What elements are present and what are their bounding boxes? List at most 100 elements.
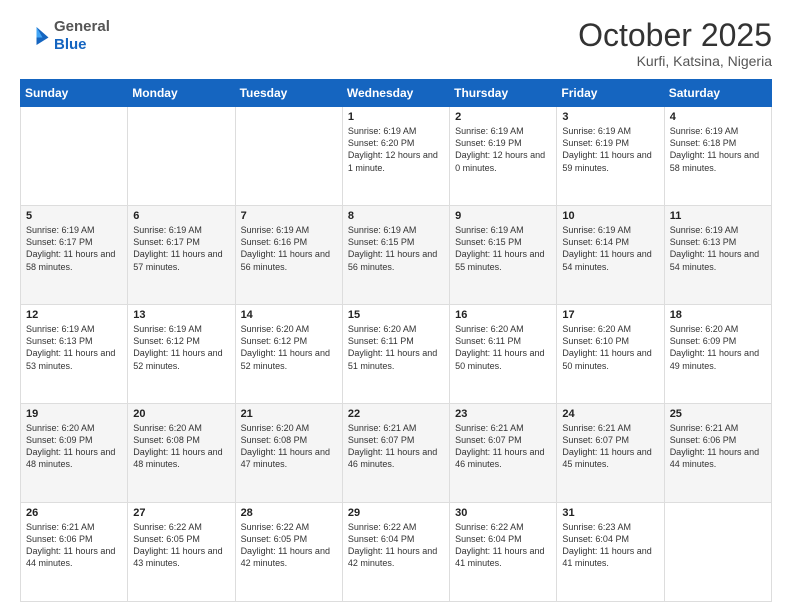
calendar-cell: 19 Sunrise: 6:20 AMSunset: 6:09 PMDayligh… xyxy=(21,404,128,503)
day-info: Sunrise: 6:19 AMSunset: 6:15 PMDaylight:… xyxy=(348,224,444,273)
day-info: Sunrise: 6:20 AMSunset: 6:11 PMDaylight:… xyxy=(348,323,444,372)
day-number: 28 xyxy=(241,507,337,519)
calendar-cell: 20 Sunrise: 6:20 AMSunset: 6:08 PMDayligh… xyxy=(128,404,235,503)
col-thursday: Thursday xyxy=(450,80,557,107)
day-info: Sunrise: 6:19 AMSunset: 6:19 PMDaylight:… xyxy=(562,125,658,174)
day-number: 6 xyxy=(133,210,229,222)
calendar-cell: 31 Sunrise: 6:23 AMSunset: 6:04 PMDayligh… xyxy=(557,503,664,602)
day-info: Sunrise: 6:22 AMSunset: 6:05 PMDaylight:… xyxy=(241,521,337,570)
day-number: 30 xyxy=(455,507,551,519)
day-info: Sunrise: 6:19 AMSunset: 6:15 PMDaylight:… xyxy=(455,224,551,273)
day-info: Sunrise: 6:20 AMSunset: 6:08 PMDaylight:… xyxy=(241,422,337,471)
day-number: 20 xyxy=(133,408,229,420)
day-info: Sunrise: 6:21 AMSunset: 6:07 PMDaylight:… xyxy=(455,422,551,471)
day-info: Sunrise: 6:21 AMSunset: 6:07 PMDaylight:… xyxy=(348,422,444,471)
calendar-cell: 16Sunrise: 6:20 AMSunset: 6:11 PMDayligh… xyxy=(450,305,557,404)
calendar-row-2: 12Sunrise: 6:19 AMSunset: 6:13 PMDayligh… xyxy=(21,305,772,404)
day-number: 14 xyxy=(241,309,337,321)
calendar-cell: 26 Sunrise: 6:21 AMSunset: 6:06 PMDayligh… xyxy=(21,503,128,602)
day-info: Sunrise: 6:21 AMSunset: 6:06 PMDaylight:… xyxy=(670,422,766,471)
day-number: 3 xyxy=(562,111,658,123)
day-number: 31 xyxy=(562,507,658,519)
day-number: 26 xyxy=(26,507,122,519)
day-info: Sunrise: 6:20 AMSunset: 6:09 PMDaylight:… xyxy=(670,323,766,372)
calendar-cell: 14 Sunrise: 6:20 AMSunset: 6:12 PMDayligh… xyxy=(235,305,342,404)
calendar-row-3: 19 Sunrise: 6:20 AMSunset: 6:09 PMDayligh… xyxy=(21,404,772,503)
calendar-cell: 12Sunrise: 6:19 AMSunset: 6:13 PMDayligh… xyxy=(21,305,128,404)
day-number: 16 xyxy=(455,309,551,321)
calendar-cell: 25 Sunrise: 6:21 AMSunset: 6:06 PMDayligh… xyxy=(664,404,771,503)
day-info: Sunrise: 6:19 AMSunset: 6:19 PMDaylight:… xyxy=(455,125,551,174)
calendar-cell xyxy=(664,503,771,602)
calendar-cell: 2 Sunrise: 6:19 AMSunset: 6:19 PMDaylight… xyxy=(450,107,557,206)
calendar-cell: 10 Sunrise: 6:19 AMSunset: 6:14 PMDayligh… xyxy=(557,206,664,305)
col-sunday: Sunday xyxy=(21,80,128,107)
col-tuesday: Tuesday xyxy=(235,80,342,107)
day-info: Sunrise: 6:21 AMSunset: 6:06 PMDaylight:… xyxy=(26,521,122,570)
day-number: 24 xyxy=(562,408,658,420)
day-info: Sunrise: 6:20 AMSunset: 6:09 PMDaylight:… xyxy=(26,422,122,471)
calendar-header-row: Sunday Monday Tuesday Wednesday Thursday… xyxy=(21,80,772,107)
day-number: 10 xyxy=(562,210,658,222)
calendar-cell xyxy=(21,107,128,206)
logo-blue: Blue xyxy=(54,36,87,53)
calendar-cell xyxy=(128,107,235,206)
col-wednesday: Wednesday xyxy=(342,80,449,107)
day-number: 2 xyxy=(455,111,551,123)
page: General Blue October 2025 Kurfi, Katsina… xyxy=(0,0,792,612)
calendar-cell: 4 Sunrise: 6:19 AMSunset: 6:18 PMDaylight… xyxy=(664,107,771,206)
day-number: 4 xyxy=(670,111,766,123)
day-number: 21 xyxy=(241,408,337,420)
title-block: October 2025 Kurfi, Katsina, Nigeria xyxy=(578,18,772,69)
calendar-cell: 18Sunrise: 6:20 AMSunset: 6:09 PMDayligh… xyxy=(664,305,771,404)
day-number: 22 xyxy=(348,408,444,420)
day-info: Sunrise: 6:19 AMSunset: 6:16 PMDaylight:… xyxy=(241,224,337,273)
day-info: Sunrise: 6:21 AMSunset: 6:07 PMDaylight:… xyxy=(562,422,658,471)
calendar-cell: 5Sunrise: 6:19 AMSunset: 6:17 PMDaylight… xyxy=(21,206,128,305)
day-info: Sunrise: 6:19 AMSunset: 6:20 PMDaylight:… xyxy=(348,125,444,174)
day-info: Sunrise: 6:19 AMSunset: 6:13 PMDaylight:… xyxy=(26,323,122,372)
col-friday: Friday xyxy=(557,80,664,107)
calendar-row-4: 26 Sunrise: 6:21 AMSunset: 6:06 PMDayligh… xyxy=(21,503,772,602)
day-info: Sunrise: 6:19 AMSunset: 6:12 PMDaylight:… xyxy=(133,323,229,372)
title-month: October 2025 xyxy=(578,18,772,53)
calendar-cell: 8Sunrise: 6:19 AMSunset: 6:15 PMDaylight… xyxy=(342,206,449,305)
calendar-cell: 21 Sunrise: 6:20 AMSunset: 6:08 PMDayligh… xyxy=(235,404,342,503)
day-number: 13 xyxy=(133,309,229,321)
calendar-cell: 7 Sunrise: 6:19 AMSunset: 6:16 PMDaylight… xyxy=(235,206,342,305)
day-number: 1 xyxy=(348,111,444,123)
day-number: 7 xyxy=(241,210,337,222)
day-number: 15 xyxy=(348,309,444,321)
day-info: Sunrise: 6:22 AMSunset: 6:05 PMDaylight:… xyxy=(133,521,229,570)
calendar-cell: 11Sunrise: 6:19 AMSunset: 6:13 PMDayligh… xyxy=(664,206,771,305)
day-number: 19 xyxy=(26,408,122,420)
day-info: Sunrise: 6:19 AMSunset: 6:14 PMDaylight:… xyxy=(562,224,658,273)
day-info: Sunrise: 6:19 AMSunset: 6:18 PMDaylight:… xyxy=(670,125,766,174)
day-info: Sunrise: 6:20 AMSunset: 6:12 PMDaylight:… xyxy=(241,323,337,372)
day-number: 27 xyxy=(133,507,229,519)
logo: General Blue xyxy=(20,18,110,54)
day-number: 25 xyxy=(670,408,766,420)
calendar-cell: 6Sunrise: 6:19 AMSunset: 6:17 PMDaylight… xyxy=(128,206,235,305)
calendar-cell: 15 Sunrise: 6:20 AMSunset: 6:11 PMDayligh… xyxy=(342,305,449,404)
col-saturday: Saturday xyxy=(664,80,771,107)
day-number: 17 xyxy=(562,309,658,321)
calendar-cell: 17Sunrise: 6:20 AMSunset: 6:10 PMDayligh… xyxy=(557,305,664,404)
day-number: 29 xyxy=(348,507,444,519)
logo-general: General xyxy=(54,18,110,35)
calendar-cell: 13 Sunrise: 6:19 AMSunset: 6:12 PMDayligh… xyxy=(128,305,235,404)
calendar-cell: 23 Sunrise: 6:21 AMSunset: 6:07 PMDayligh… xyxy=(450,404,557,503)
calendar-cell: 1 Sunrise: 6:19 AMSunset: 6:20 PMDaylight… xyxy=(342,107,449,206)
calendar-cell: 28 Sunrise: 6:22 AMSunset: 6:05 PMDayligh… xyxy=(235,503,342,602)
calendar-cell xyxy=(235,107,342,206)
calendar-cell: 30Sunrise: 6:22 AMSunset: 6:04 PMDayligh… xyxy=(450,503,557,602)
logo-icon xyxy=(20,21,50,51)
day-info: Sunrise: 6:20 AMSunset: 6:08 PMDaylight:… xyxy=(133,422,229,471)
calendar-cell: 24 Sunrise: 6:21 AMSunset: 6:07 PMDayligh… xyxy=(557,404,664,503)
col-monday: Monday xyxy=(128,80,235,107)
day-number: 5 xyxy=(26,210,122,222)
day-number: 23 xyxy=(455,408,551,420)
day-info: Sunrise: 6:23 AMSunset: 6:04 PMDaylight:… xyxy=(562,521,658,570)
day-number: 11 xyxy=(670,210,766,222)
title-location: Kurfi, Katsina, Nigeria xyxy=(578,53,772,69)
